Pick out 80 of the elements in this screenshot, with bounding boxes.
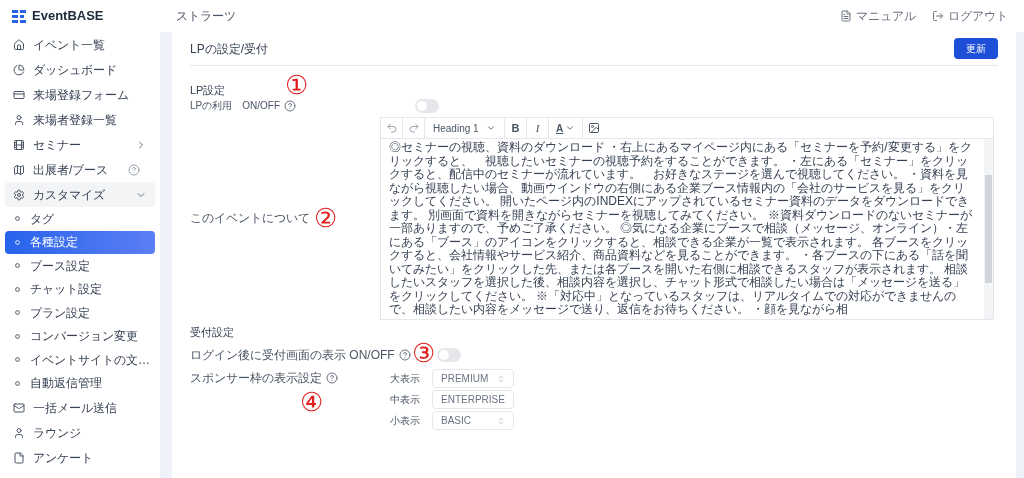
annotation-number: ③ (412, 338, 435, 368)
heading-select[interactable]: Heading 1 (425, 118, 505, 138)
sidebar-item[interactable]: 一括メール送信 (5, 395, 155, 420)
sidebar-item[interactable]: ダッシュボード (5, 57, 155, 82)
sidebar-subitem[interactable]: チャット設定 (5, 277, 155, 301)
text-color-button[interactable]: A (549, 118, 583, 138)
annotation-number: ② (314, 205, 337, 232)
select-field[interactable]: PREMIUM (432, 369, 514, 388)
user-icon (13, 426, 25, 439)
file-icon (13, 451, 25, 464)
annotation-number: ④ (300, 387, 323, 417)
chevron-down-icon (486, 123, 496, 133)
circle-icon (15, 286, 20, 292)
help-icon[interactable] (326, 372, 338, 384)
image-icon (588, 122, 600, 134)
user-icon (13, 113, 25, 126)
header-title: ストラーツ (176, 8, 236, 25)
sidebar-item[interactable]: イベント一覧 (5, 32, 155, 57)
select-label: 中表示 (390, 393, 421, 407)
sidebar-item[interactable]: セミナー (5, 132, 155, 157)
help-icon[interactable] (398, 348, 411, 361)
sort-arrows-icon (497, 374, 505, 383)
home-icon (13, 38, 25, 51)
chevron-down-icon (565, 123, 576, 133)
help-icon[interactable] (128, 163, 141, 176)
select-label: 大表示 (390, 372, 421, 386)
circle-icon (15, 239, 20, 245)
document-icon (840, 10, 852, 22)
circle-icon (15, 263, 20, 269)
field-label: LPの利用 ON/OFF (190, 99, 280, 113)
sidebar-subitem[interactable]: タグ (5, 207, 155, 231)
section-title: 受付設定 (190, 324, 235, 340)
sidebar-item[interactable]: 来場者登録一覧 (5, 107, 155, 132)
logo-icon (12, 9, 26, 23)
settings-icon (13, 188, 25, 201)
sidebar-item[interactable]: 来場登録フォーム (5, 82, 155, 107)
sidebar-item[interactable]: ラウンジ (5, 420, 155, 445)
map-icon (13, 163, 25, 176)
sidebar-item[interactable]: アンケート (5, 445, 155, 470)
sidebar-subitem[interactable]: 自動返信管理 (5, 371, 155, 395)
select-field[interactable]: ENTERPRISE (432, 390, 514, 409)
film-icon (13, 138, 25, 151)
bold-button[interactable]: B (505, 118, 527, 138)
select-field[interactable]: BASIC (432, 411, 514, 430)
sidebar-subitem[interactable]: ブース設定 (5, 254, 155, 278)
sidebar-subitem[interactable]: コンバージョン変更 (5, 324, 155, 348)
pie-chart-icon (13, 63, 25, 76)
help-icon[interactable] (284, 99, 296, 112)
field-label: ログイン後に受付画面の表示 ON/OFF (190, 346, 395, 364)
sidebar-subitem[interactable]: 各種設定 (5, 230, 155, 254)
undo-icon (385, 122, 398, 134)
section-title: LP設定 (190, 82, 226, 98)
circle-icon (15, 380, 20, 386)
logout-link[interactable]: ログアウト (932, 7, 1008, 25)
circle-icon (15, 216, 20, 222)
circle-icon (15, 357, 20, 363)
toggle-switch[interactable] (437, 347, 461, 362)
logo: EventBASE (32, 7, 104, 26)
card-icon (13, 88, 25, 101)
manual-link[interactable]: マニュアル (840, 7, 916, 25)
circle-icon (15, 310, 20, 316)
annotation-number: ① (285, 72, 309, 98)
sidebar-item[interactable]: 出展者/ブース (5, 157, 155, 182)
logout-icon (932, 10, 944, 22)
select-label: 小表示 (390, 414, 421, 428)
field-label: このイベントについて (190, 210, 310, 228)
sidebar-subitem[interactable]: プラン設定 (5, 301, 155, 325)
sidebar-item[interactable]: カスタマイズ (5, 182, 155, 207)
page-title: LPの設定/受付 (190, 40, 268, 58)
editor-text[interactable]: ◎セミナーの視聴、資料のダウンロード ・右上にあるマイページ内にある「セミナーを予約/変更する」をクリックすると、 視聴したいセミナーの視聴予約をすることができます。 ・左にある「セミナー」をクリックすると、配信中のセミナーが流れています。 お好きなステージを選んで視聴してください。 ・資料を見ながら視聴したい場合、動画ウインドウの右側にある企業ブース情報内の「会社のサービスを見る」をクリックしてください。 開いたページ内のINDEXにアップされているセミナー資料のデータをダウンロードできます。 別画面で資料を開きながらセミナーを視聴してみてください。 ※資料ダウンロードのないセミナーが一部ありますので、予めご了承ください。 ◎気になる企業にブースで相談（メッセージ、オンライン）・左にある「ブース」のアイコンをクリックすると、相談できる企業が一覧で表示されます。 各ブースをクリックすると、会社情報やサービス紹介、商品資料などを見ることができます。 ・各ブースの下にある「話を聞いてみたい」をクリックした先、または各ブースを開いた右側に相談できるスタッフが表示されます。 相談したいスタッフを選択した後、相談内容を選択し、チャット形式で相談したい場合は「メッセージを送る」をクリックしてください。 ※「対応中」となっているスタッフは、リアルタイムでの対応ができませんので、相談したい内容をメッセージで送り、返信をお待ちください。 ・顔を見ながら相 (381, 139, 984, 319)
mail-icon (13, 401, 25, 414)
update-button[interactable]: 更新 (954, 38, 998, 59)
sidebar-subitem[interactable]: イベントサイトの文… (5, 348, 155, 372)
sort-arrows-icon (497, 416, 505, 425)
redo-icon (407, 122, 420, 134)
field-label: スポンサー枠の表示設定 (190, 370, 322, 387)
toggle-switch[interactable] (415, 98, 439, 113)
circle-icon (15, 333, 20, 339)
scrollbar[interactable] (984, 139, 993, 319)
italic-button[interactable]: I (527, 118, 549, 138)
